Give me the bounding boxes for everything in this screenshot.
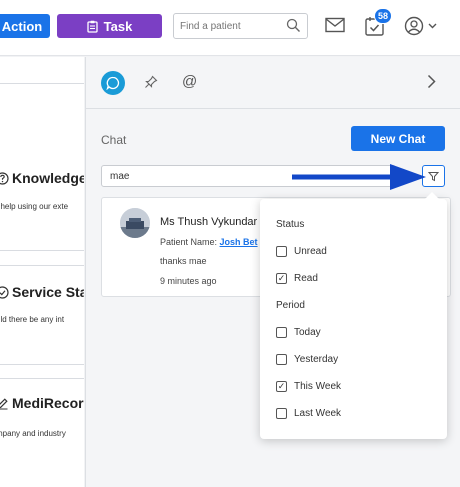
checkbox[interactable] bbox=[276, 354, 287, 365]
chat-bubble-icon bbox=[106, 76, 120, 90]
period-heading: Period bbox=[276, 300, 305, 311]
at-mention-icon[interactable]: @ bbox=[182, 73, 197, 90]
question-circle-icon bbox=[0, 171, 9, 185]
medirecord-card[interactable]: MediRecord mpany and industry bbox=[0, 378, 84, 487]
checkbox-checked[interactable]: ✓ bbox=[276, 273, 287, 284]
checkbox[interactable] bbox=[276, 408, 287, 419]
top-bar: Action Task 58 bbox=[0, 0, 460, 56]
filter-option-unread[interactable]: Unread bbox=[276, 246, 327, 257]
user-menu[interactable] bbox=[404, 16, 437, 36]
status-heading: Status bbox=[276, 219, 305, 230]
chat-patient-row: Patient Name: Josh Bet bbox=[160, 237, 258, 247]
filter-option-read[interactable]: ✓ Read bbox=[276, 273, 318, 284]
filter-option-label: This Week bbox=[294, 381, 342, 392]
chat-heading: Chat bbox=[101, 133, 127, 147]
avatar bbox=[120, 208, 150, 238]
pointer-arrow bbox=[292, 164, 426, 190]
user-circle-icon bbox=[404, 16, 424, 36]
card-title: Service Sta bbox=[0, 284, 84, 300]
chevron-right-icon[interactable] bbox=[427, 74, 436, 89]
filter-option-label: Last Week bbox=[294, 408, 342, 419]
pin-icon[interactable] bbox=[144, 75, 158, 89]
action-button[interactable]: Action bbox=[0, 14, 50, 38]
patient-name-link[interactable]: Josh Bet bbox=[220, 237, 258, 247]
chevron-down-icon bbox=[428, 23, 437, 29]
check-circle-icon bbox=[0, 285, 9, 299]
tab-chats[interactable] bbox=[101, 71, 125, 95]
task-button-label: Task bbox=[103, 18, 133, 34]
card-title-text: Service Sta bbox=[12, 284, 84, 300]
notification-badge: 58 bbox=[374, 8, 392, 24]
patient-name-label: Patient Name: bbox=[160, 237, 218, 247]
background-page: Knowledge t help using our exte Service … bbox=[0, 57, 84, 487]
chat-contact-name: Ms Thush Vykundar bbox=[160, 216, 258, 228]
filter-dropdown: Status Unread ✓ Read Period Today Yester… bbox=[260, 192, 447, 439]
search-icon[interactable] bbox=[286, 18, 301, 33]
mail-icon[interactable] bbox=[325, 17, 345, 33]
checkbox[interactable] bbox=[276, 246, 287, 257]
card-title-text: Knowledge bbox=[12, 170, 84, 186]
filter-option-label: Read bbox=[294, 273, 318, 284]
card-title-text: MediRecord bbox=[12, 395, 84, 411]
checkbox-checked[interactable]: ✓ bbox=[276, 381, 287, 392]
chat-last-message: thanks mae bbox=[160, 256, 207, 266]
filter-option-label: Unread bbox=[294, 246, 327, 257]
chat-timestamp: 9 minutes ago bbox=[160, 276, 217, 286]
new-chat-button[interactable]: New Chat bbox=[351, 126, 445, 151]
card-text: uld there be any int bbox=[0, 315, 65, 324]
card-text: t help using our exte bbox=[0, 202, 69, 211]
card-text: mpany and industry bbox=[0, 429, 66, 438]
filter-option-today[interactable]: Today bbox=[276, 327, 321, 338]
filter-option-label: Yesterday bbox=[294, 354, 339, 365]
filter-option-yesterday[interactable]: Yesterday bbox=[276, 354, 338, 365]
filter-option-label: Today bbox=[294, 327, 321, 338]
checkbox[interactable] bbox=[276, 327, 287, 338]
chat-panel-tabs: @ bbox=[86, 57, 460, 109]
filter-option-this-week[interactable]: ✓ This Week bbox=[276, 381, 341, 392]
task-clipboard-icon bbox=[87, 20, 98, 33]
knowledge-card[interactable]: Knowledge t help using our exte bbox=[0, 83, 84, 251]
task-button[interactable]: Task bbox=[57, 14, 162, 38]
card-title: MediRecord bbox=[0, 395, 84, 411]
patient-search-input[interactable] bbox=[174, 14, 284, 38]
service-status-card[interactable]: Service Sta uld there be any int bbox=[0, 265, 84, 365]
filter-option-last-week[interactable]: Last Week bbox=[276, 408, 341, 419]
patient-search bbox=[173, 13, 308, 39]
pencil-icon bbox=[0, 397, 8, 409]
avatar-image bbox=[120, 208, 150, 238]
card-title: Knowledge bbox=[0, 170, 84, 186]
